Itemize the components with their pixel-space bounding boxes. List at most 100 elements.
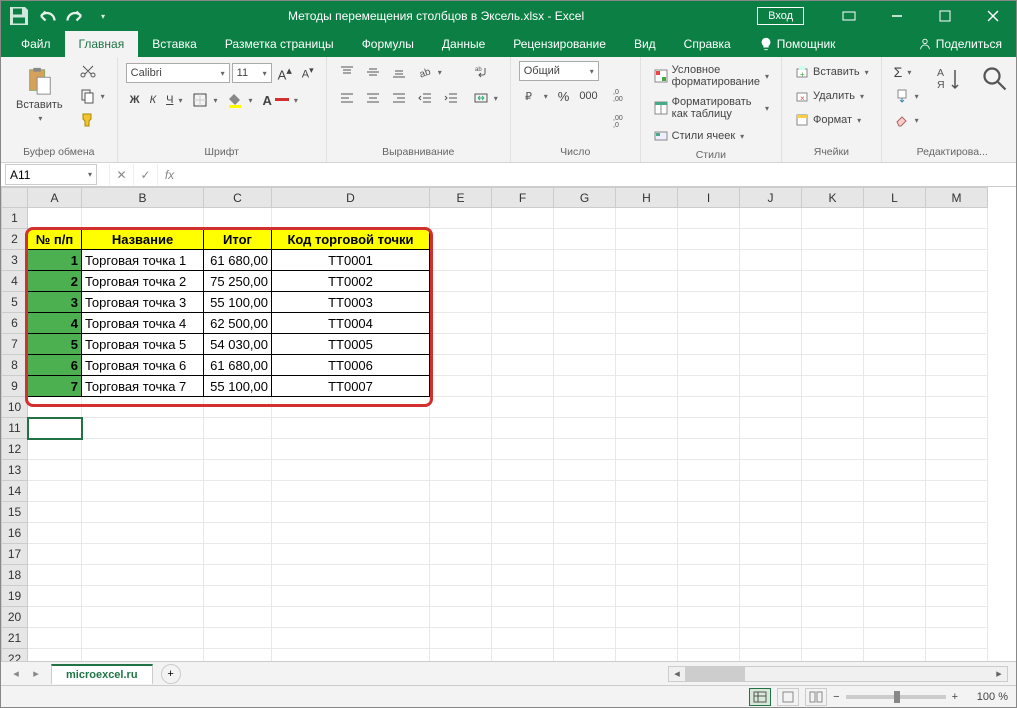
cell[interactable] <box>272 586 430 607</box>
cell[interactable] <box>430 502 492 523</box>
row-header[interactable]: 4 <box>2 271 28 292</box>
cell[interactable] <box>492 649 554 662</box>
cell[interactable] <box>28 628 82 649</box>
cell[interactable] <box>740 292 802 313</box>
cell[interactable] <box>864 481 926 502</box>
cell[interactable]: 6 <box>28 355 82 376</box>
cell[interactable] <box>28 523 82 544</box>
row-header[interactable]: 20 <box>2 607 28 628</box>
cell[interactable] <box>82 439 204 460</box>
cell[interactable] <box>740 607 802 628</box>
clear-button[interactable]: ▾ <box>890 109 923 131</box>
comma-icon[interactable]: 000 <box>575 87 601 105</box>
cell[interactable] <box>430 481 492 502</box>
cell[interactable] <box>82 523 204 544</box>
row-header[interactable]: 17 <box>2 544 28 565</box>
row-header[interactable]: 6 <box>2 313 28 334</box>
cell[interactable] <box>802 607 864 628</box>
font-name-select[interactable]: Calibri▾ <box>126 63 230 83</box>
decrease-decimal-icon[interactable]: ,00,0 <box>608 109 632 131</box>
cell[interactable] <box>430 607 492 628</box>
cell[interactable]: ТТ0007 <box>272 376 430 397</box>
cell[interactable] <box>204 544 272 565</box>
cell[interactable]: Торговая точка 6 <box>82 355 204 376</box>
scroll-right-icon[interactable]: ▸ <box>991 667 1007 681</box>
cell[interactable] <box>554 586 616 607</box>
cell[interactable] <box>864 250 926 271</box>
cell[interactable] <box>616 229 678 250</box>
cell[interactable]: 7 <box>28 376 82 397</box>
column-header[interactable]: F <box>492 188 554 208</box>
cell[interactable] <box>492 439 554 460</box>
cell[interactable] <box>204 418 272 439</box>
cell[interactable] <box>926 607 988 628</box>
cell[interactable]: Код торговой точки <box>272 229 430 250</box>
cell[interactable] <box>864 376 926 397</box>
cell[interactable] <box>82 649 204 662</box>
cell[interactable] <box>740 502 802 523</box>
cell[interactable] <box>430 544 492 565</box>
cell[interactable] <box>678 544 740 565</box>
cell[interactable] <box>740 460 802 481</box>
cell[interactable] <box>616 250 678 271</box>
cell[interactable] <box>740 544 802 565</box>
merge-button[interactable]: ▾ <box>469 87 502 109</box>
cell[interactable] <box>864 439 926 460</box>
cell[interactable] <box>492 208 554 229</box>
cell[interactable] <box>554 313 616 334</box>
cell[interactable]: Итог <box>204 229 272 250</box>
cell[interactable] <box>616 607 678 628</box>
cell[interactable] <box>272 418 430 439</box>
cell[interactable] <box>864 523 926 544</box>
cell[interactable] <box>802 376 864 397</box>
cell[interactable] <box>492 544 554 565</box>
cell[interactable]: 4 <box>28 313 82 334</box>
cell[interactable] <box>864 565 926 586</box>
cell[interactable] <box>802 439 864 460</box>
cell[interactable] <box>28 208 82 229</box>
cell[interactable]: Торговая точка 3 <box>82 292 204 313</box>
row-header[interactable]: 1 <box>2 208 28 229</box>
cell[interactable] <box>204 460 272 481</box>
cell[interactable] <box>678 481 740 502</box>
cell[interactable] <box>616 481 678 502</box>
zoom-level[interactable]: 100 % <box>964 691 1008 703</box>
cell[interactable] <box>430 355 492 376</box>
cell[interactable]: Торговая точка 4 <box>82 313 204 334</box>
sheet-nav-last-icon[interactable]: ▸ <box>27 665 45 683</box>
cell[interactable]: 61 680,00 <box>204 250 272 271</box>
cell[interactable] <box>272 397 430 418</box>
cell[interactable] <box>272 523 430 544</box>
cell[interactable] <box>204 502 272 523</box>
italic-button[interactable]: К <box>146 91 160 109</box>
cell[interactable] <box>204 607 272 628</box>
cell[interactable]: Торговая точка 5 <box>82 334 204 355</box>
cell[interactable]: 75 250,00 <box>204 271 272 292</box>
qa-customize-icon[interactable]: ▾ <box>91 4 115 28</box>
cell[interactable]: Название <box>82 229 204 250</box>
cell[interactable] <box>864 628 926 649</box>
cell[interactable] <box>926 397 988 418</box>
cell[interactable] <box>616 376 678 397</box>
row-header[interactable]: 21 <box>2 628 28 649</box>
cell[interactable] <box>926 523 988 544</box>
cell[interactable] <box>430 565 492 586</box>
cell[interactable] <box>864 544 926 565</box>
cell[interactable] <box>492 334 554 355</box>
cell[interactable] <box>272 607 430 628</box>
sort-filter-button[interactable]: АЯ <box>929 61 969 97</box>
wrap-text-button[interactable]: ab <box>469 61 502 83</box>
scrollbar-thumb[interactable] <box>685 667 745 681</box>
cell[interactable] <box>616 334 678 355</box>
cell[interactable]: ТТ0004 <box>272 313 430 334</box>
insert-cells-button[interactable]: +Вставить▾ <box>790 61 873 83</box>
cell[interactable] <box>492 355 554 376</box>
cell[interactable] <box>492 418 554 439</box>
row-header[interactable]: 2 <box>2 229 28 250</box>
cell[interactable]: 55 100,00 <box>204 376 272 397</box>
cell[interactable] <box>740 229 802 250</box>
cell[interactable] <box>740 628 802 649</box>
cell[interactable] <box>802 397 864 418</box>
cell[interactable] <box>554 355 616 376</box>
cell[interactable] <box>82 607 204 628</box>
